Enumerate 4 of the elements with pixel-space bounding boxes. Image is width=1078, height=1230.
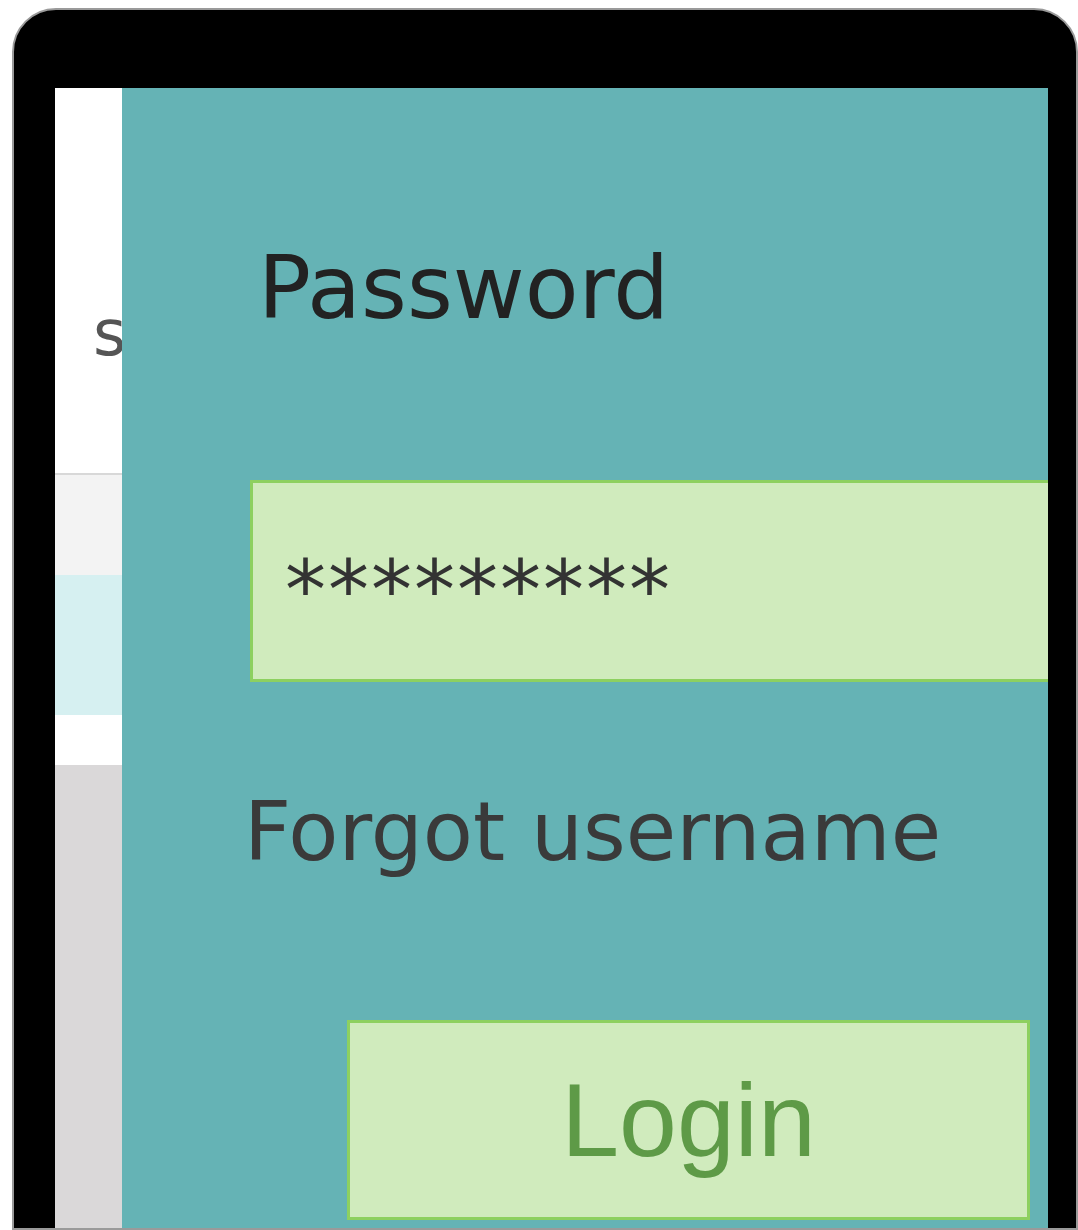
password-field[interactable]: *********	[250, 480, 1048, 682]
page-text: s	[93, 295, 122, 372]
forgot-username-link[interactable]: Forgot username	[244, 782, 942, 882]
password-label: Password	[258, 238, 670, 338]
